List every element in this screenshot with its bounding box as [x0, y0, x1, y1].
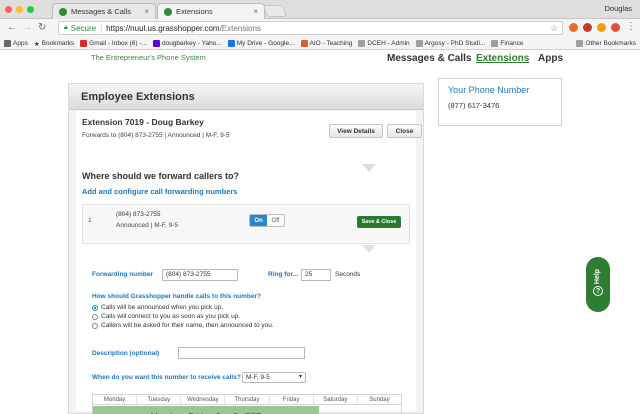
extension-icon[interactable] [611, 23, 620, 32]
add-forwarding-link[interactable]: Add and configure call forwarding number… [82, 187, 237, 196]
more-menu-icon[interactable]: ⋮ [626, 21, 636, 33]
help-question-icon: ? [593, 286, 603, 296]
new-tab-button[interactable] [262, 5, 288, 17]
toggle-on[interactable]: On [250, 215, 267, 226]
extension-detail: Extension 7019 - Doug Barkey Forwards to… [76, 111, 422, 414]
employee-extensions-panel: Employee Extensions Extension 7019 - Dou… [68, 83, 424, 414]
forward-number: (804) 873-2755 [116, 211, 161, 218]
window-controls [5, 6, 34, 13]
day-header: Sunday [369, 397, 390, 403]
chevron-down-icon: ▾ [298, 374, 302, 380]
radio-icon [92, 322, 98, 329]
bookmarks-bar: Apps ★ Bookmarks Gmail - Inbox (6) -... d… [0, 37, 640, 50]
day-header: Friday [270, 395, 314, 404]
reload-icon[interactable]: ↻ [38, 22, 46, 34]
address-bar-row: ← → ↻ 🔒︎ Secure | https://nuul.us.grassh… [0, 19, 640, 37]
close-window-icon[interactable] [5, 6, 12, 13]
browser-tab-bar: Messages & Calls × Extensions × Douglas [0, 0, 640, 19]
page-content: The Entrepreneur's Phone System Messages… [0, 50, 640, 414]
day-header: Thursday [225, 395, 270, 404]
ring-for-label: Ring for... [268, 271, 298, 278]
day-header: Saturday [314, 395, 358, 404]
bookmark-apps[interactable]: Apps [4, 39, 28, 47]
bookmark-argosy[interactable]: Argosy - PhD Studi... [415, 39, 485, 47]
brand-tagline: The Entrepreneur's Phone System [91, 53, 206, 62]
close-button[interactable]: Close [387, 124, 422, 138]
bookmark-yahoo[interactable]: dougbarkey - Yaho... [152, 39, 222, 47]
view-details-button[interactable]: View Details [329, 124, 383, 138]
row-index: 1 [88, 217, 92, 224]
bookmark-gmail[interactable]: Gmail - Inbox (6) -... [80, 39, 147, 47]
forward-arrow-icon[interactable]: → [22, 22, 32, 34]
weekly-schedule: Monday Tuesday Wednesday Thursday Friday… [92, 394, 402, 414]
forwarding-number-row[interactable]: 1 (804) 873-2755 Announced | M-F, 9-5 On… [82, 204, 410, 244]
schedule-bar[interactable]: Monday - Friday, 9a - 5p EST [93, 406, 319, 414]
bookmark-dceh[interactable]: DCEH - Admin [358, 39, 410, 47]
schedule-select[interactable]: M-F, 9-5 ▾ [242, 372, 306, 383]
description-label: Description (optional) [92, 350, 160, 357]
bookmark-drive[interactable]: My Drive - Google... [227, 39, 295, 47]
radio-icon [92, 313, 98, 320]
radio-announced[interactable]: Calls will be announced when you pick up… [92, 304, 223, 311]
pointer-notch [362, 245, 376, 253]
forward-heading: Where should we forward callers to? [82, 171, 240, 181]
grasshopper-favicon-icon [59, 7, 67, 16]
bookmark-bookmarks[interactable]: ★ Bookmarks [34, 40, 74, 48]
handle-question: How should Grasshopper handle calls to t… [92, 293, 262, 300]
forward-summary: Announced | M-F, 9-5 [116, 222, 179, 229]
bookmark-aio[interactable]: AIO - Teaching [300, 39, 352, 47]
day-header: Tuesday [137, 395, 182, 404]
day-header: Wednesday [181, 395, 226, 404]
tab-extensions[interactable]: Extensions × [157, 3, 265, 19]
grasshopper-favicon-icon [164, 7, 172, 16]
forwarding-number-label: Forwarding number [92, 271, 154, 278]
bookmark-star-icon[interactable]: ☆ [550, 23, 558, 34]
on-off-toggle[interactable]: On Off [249, 214, 285, 227]
extension-icon[interactable] [583, 23, 592, 32]
seconds-label: Seconds [335, 271, 361, 278]
phone-number-card: Your Phone Number (877) 617-3476 [438, 78, 562, 126]
phone-card-title: Your Phone Number [448, 85, 530, 95]
main-phone-number: (877) 617-3476 [448, 101, 500, 110]
maximize-window-icon[interactable] [27, 6, 34, 13]
tab-messages-calls[interactable]: Messages & Calls × [52, 3, 156, 19]
ring-seconds-input[interactable]: 25 [301, 269, 331, 281]
back-arrow-icon[interactable]: ← [7, 22, 17, 34]
bookmark-other[interactable]: Other Bookmarks [576, 39, 636, 47]
save-close-button[interactable]: Save & Close [357, 216, 401, 228]
extension-summary: Forwards to (804) 873-2755 | Announced |… [82, 132, 230, 139]
minimize-window-icon[interactable] [16, 6, 23, 13]
nav-messages-calls[interactable]: Messages & Calls [387, 53, 472, 64]
bookmark-finance[interactable]: Finance [491, 39, 524, 47]
description-input[interactable] [178, 347, 305, 359]
radio-selected-icon [92, 304, 98, 311]
forwarding-number-input[interactable]: (804) 873-2755 [162, 269, 238, 281]
day-header: Monday [93, 395, 138, 404]
close-tab-icon[interactable]: × [253, 7, 258, 16]
pointer-notch [362, 164, 376, 172]
radio-connect-immediately[interactable]: Calls will connect to you as soon as you… [92, 313, 240, 320]
lock-icon: 🔒︎ [64, 24, 68, 31]
toggle-off[interactable]: Off [267, 215, 284, 226]
help-button[interactable]: Help ? [586, 257, 610, 312]
nav-apps[interactable]: Apps [538, 53, 563, 64]
profile-name[interactable]: Douglas [604, 4, 632, 13]
extension-title: Extension 7019 - Doug Barkey [82, 117, 204, 127]
when-label: When do you want this number to receive … [92, 374, 241, 381]
nav-extensions[interactable]: Extensions [476, 53, 529, 64]
panel-title: Employee Extensions [69, 84, 423, 110]
extension-icon[interactable] [569, 23, 578, 32]
url-input[interactable]: 🔒︎ Secure | https://nuul.us.grasshopper.… [58, 21, 563, 35]
extension-icon[interactable] [597, 23, 606, 32]
close-tab-icon[interactable]: × [144, 7, 149, 16]
radio-ask-name[interactable]: Callers will be asked for their name, th… [92, 322, 274, 329]
